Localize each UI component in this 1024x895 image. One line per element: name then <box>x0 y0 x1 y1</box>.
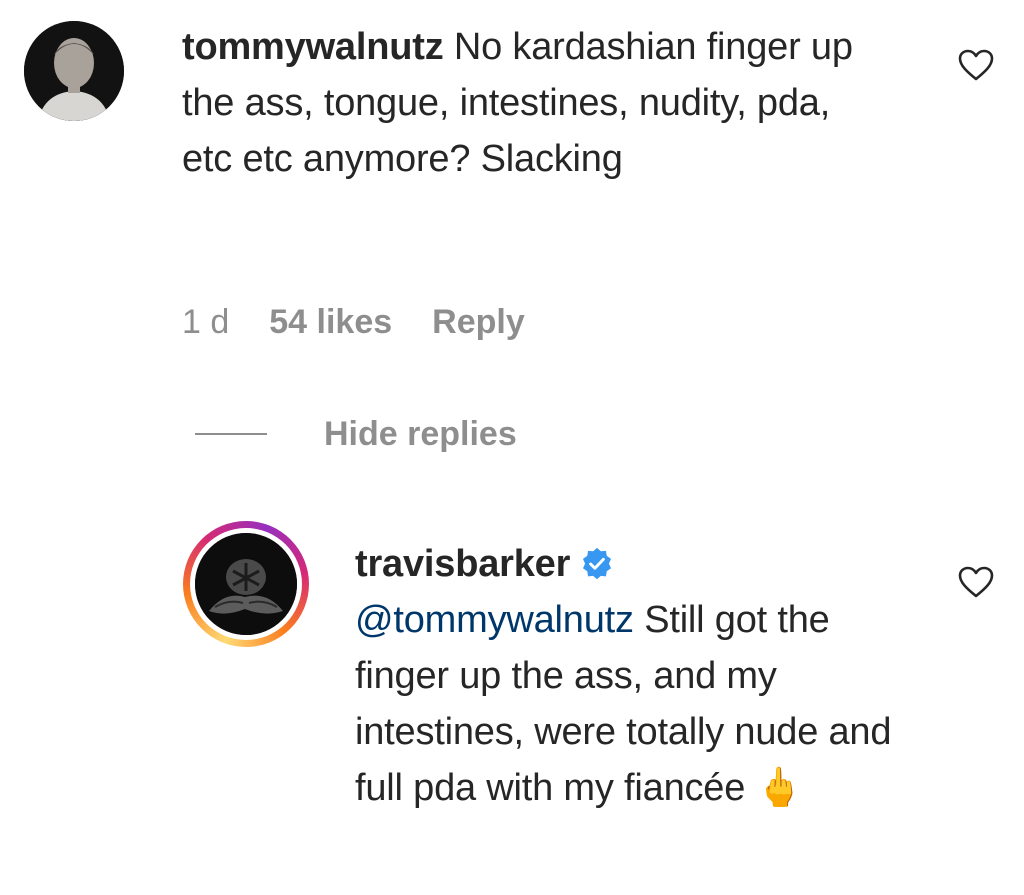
reply-button[interactable]: Reply <box>432 300 525 344</box>
avatar-travisbarker <box>195 533 297 635</box>
comment-time: 1 d <box>182 303 230 341</box>
thread-divider-line <box>195 433 267 435</box>
profile-photo <box>195 533 297 635</box>
avatar-tommywalnutz[interactable] <box>24 21 124 121</box>
comment-body: tommywalnutz No kardashian finger up the… <box>182 19 882 187</box>
hide-replies-label[interactable]: Hide replies <box>324 412 517 456</box>
reply-body: @tommywalnutz Still got the finger up th… <box>355 592 915 816</box>
comment-meta: 1 d 54 likes Reply <box>182 300 525 344</box>
reply-mention-link[interactable]: @tommywalnutz <box>355 599 634 641</box>
comment-username[interactable]: tommywalnutz <box>182 26 444 68</box>
hide-replies-toggle[interactable]: Hide replies <box>195 412 517 456</box>
reply-username[interactable]: travisbarker <box>355 543 570 585</box>
avatar-travisbarker-story-ring[interactable] <box>183 521 309 647</box>
like-heart-icon[interactable] <box>958 49 994 81</box>
comment-likes-count[interactable]: 54 likes <box>269 300 392 344</box>
profile-photo <box>24 21 124 121</box>
reply-header: travisbarker <box>355 536 875 592</box>
like-heart-icon[interactable] <box>958 566 994 598</box>
verified-badge-icon <box>583 547 612 580</box>
middle-finger-emoji: 🖕 <box>755 767 803 809</box>
